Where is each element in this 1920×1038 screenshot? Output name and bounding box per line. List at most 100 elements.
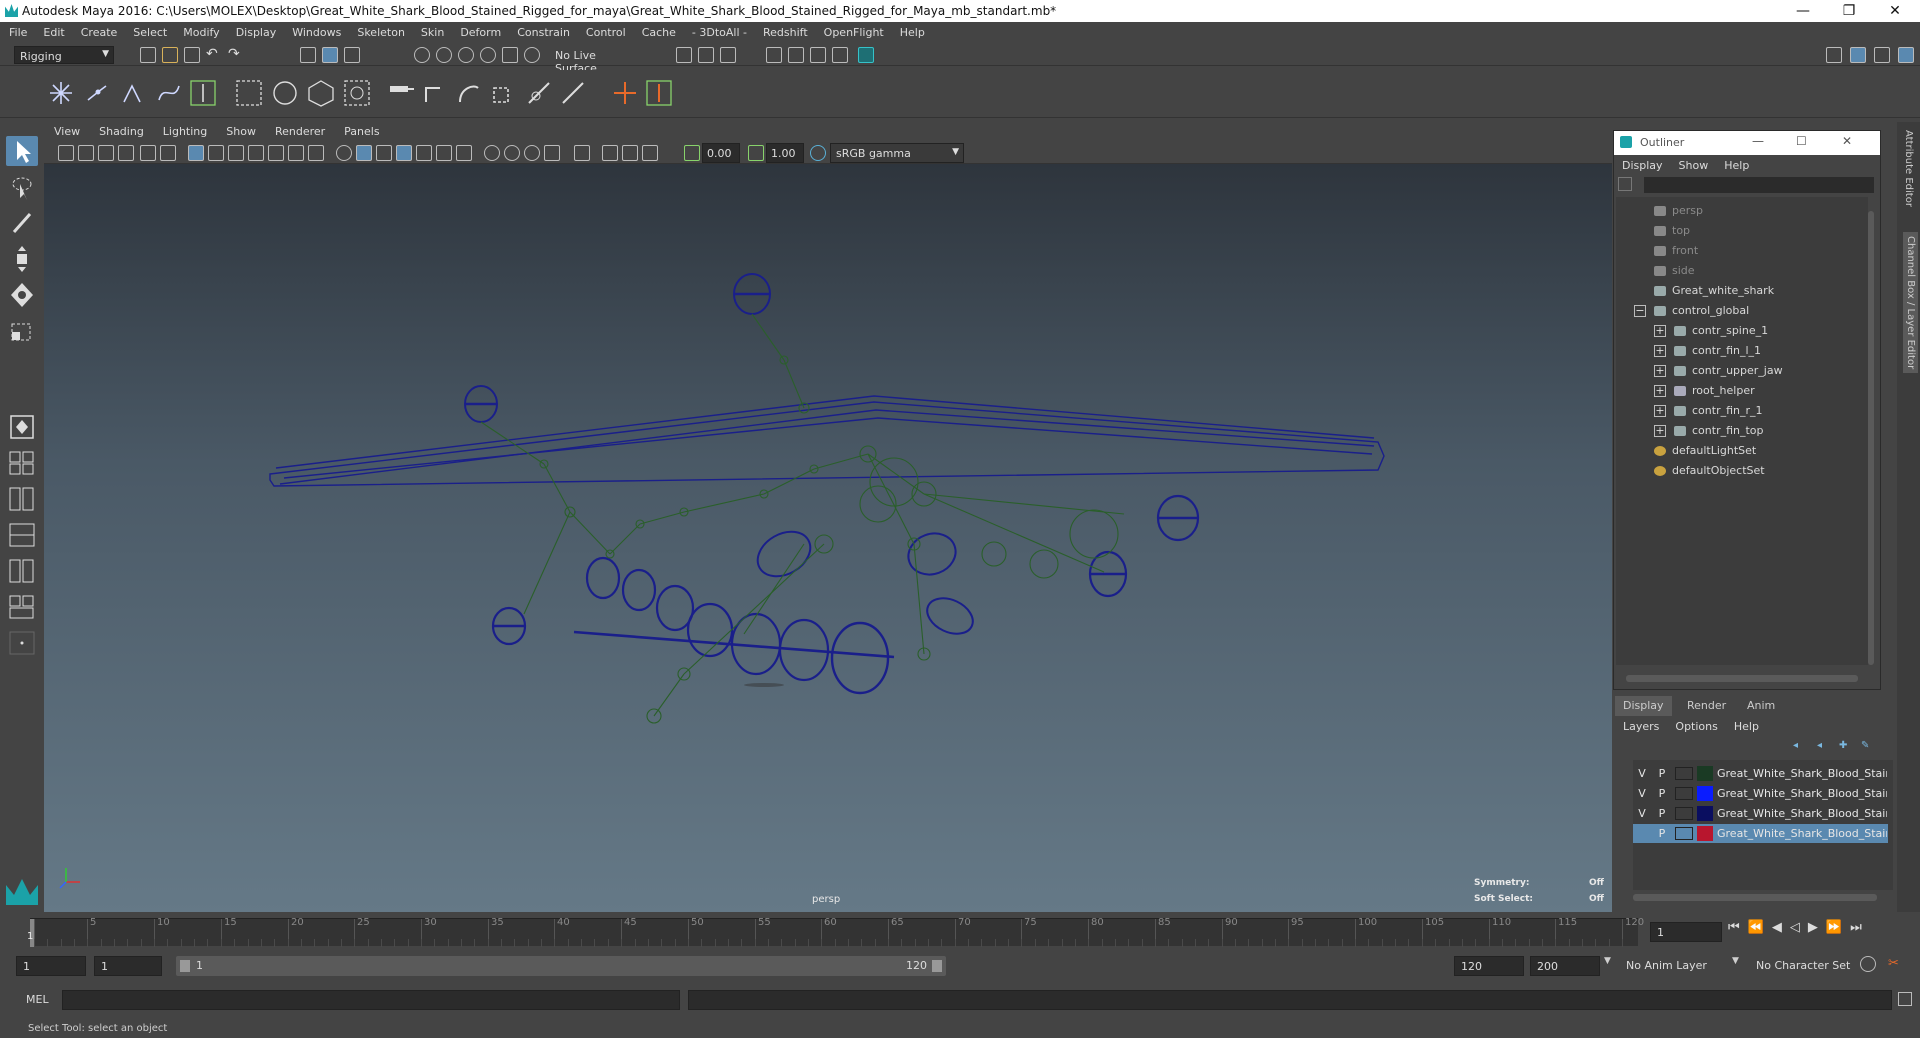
restore-button[interactable]: ❐: [1826, 0, 1872, 22]
expand-icon[interactable]: +: [1654, 425, 1666, 437]
hypershade-layout-icon[interactable]: [6, 592, 38, 622]
heads-up-display-icon[interactable]: [574, 145, 590, 161]
script-editor-icon[interactable]: [1898, 992, 1912, 1006]
close-button[interactable]: ✕: [1872, 0, 1918, 22]
wireframe-icon[interactable]: [336, 145, 352, 161]
use-all-lights-icon[interactable]: [416, 145, 432, 161]
two-d-pan-icon[interactable]: [140, 145, 156, 161]
ambient-occlusion-icon[interactable]: [456, 145, 472, 161]
layer-tab-1[interactable]: Render: [1679, 696, 1734, 716]
anim-layer-dropdown[interactable]: No Anim Layer: [1626, 959, 1707, 972]
outliner-item-defaultobjectset[interactable]: defaultObjectSet: [1614, 461, 1864, 481]
viewport-menu-item-2[interactable]: Lighting: [153, 122, 216, 138]
ipr-render-icon[interactable]: [810, 47, 826, 63]
go-to-end-icon[interactable]: ⏭: [1850, 920, 1870, 935]
joint-tool-icon[interactable]: [46, 78, 76, 108]
skeleton-rig-icon[interactable]: [188, 78, 218, 108]
layer-tab-2[interactable]: Anim: [1739, 696, 1783, 716]
wireframe-on-shaded-icon[interactable]: [376, 145, 392, 161]
outliner-item-contr-fin-r-1[interactable]: + contr_fin_r_1: [1614, 401, 1864, 421]
xray-components-icon[interactable]: [544, 145, 560, 161]
outliner-search-input[interactable]: [1644, 177, 1874, 193]
maya-home-icon[interactable]: [4, 877, 40, 907]
locator-tool-icon[interactable]: [610, 78, 640, 108]
exposure-field[interactable]: 0.00: [702, 143, 740, 163]
snap-curve-icon[interactable]: [436, 47, 452, 63]
select-camera-icon[interactable]: [58, 145, 74, 161]
auto-key-icon[interactable]: [1860, 956, 1876, 972]
viewport-menu-item-4[interactable]: Renderer: [265, 122, 334, 138]
ik-spline-icon[interactable]: [154, 78, 184, 108]
layer-color-swatch[interactable]: [1697, 766, 1713, 781]
new-layer-icon[interactable]: ✚: [1839, 740, 1853, 752]
select-by-component-icon[interactable]: [344, 47, 360, 63]
menu-item-13[interactable]: - 3DtoAll -: [683, 22, 754, 39]
maximize-button[interactable]: ☐: [1796, 134, 1807, 148]
layer-tab-0[interactable]: Display: [1615, 696, 1672, 716]
layer-color-swatch[interactable]: [1697, 826, 1713, 841]
layout-options-icon[interactable]: [6, 628, 38, 658]
shadows-icon[interactable]: [436, 145, 452, 161]
pole-vector-icon[interactable]: [558, 78, 588, 108]
open-scene-icon[interactable]: [162, 47, 178, 63]
menu-item-5[interactable]: Display: [227, 22, 284, 39]
move-layer-up-icon[interactable]: ◂: [1793, 740, 1807, 752]
outliner-item-side[interactable]: side: [1614, 261, 1864, 281]
menu-item-0[interactable]: File: [0, 22, 34, 39]
character-set-dropdown[interactable]: No Character Set: [1756, 959, 1850, 972]
xray-joints-icon[interactable]: [524, 145, 540, 161]
multisample-aa-icon[interactable]: [622, 145, 638, 161]
expand-icon[interactable]: +: [1654, 345, 1666, 357]
layer-color-swatch[interactable]: [1697, 786, 1713, 801]
menu-item-3[interactable]: Select: [124, 22, 174, 39]
gate-mask-icon[interactable]: [248, 145, 264, 161]
outliner-item-front[interactable]: front: [1614, 241, 1864, 261]
undo-icon[interactable]: ↶: [206, 46, 218, 62]
scale-tool-icon[interactable]: [6, 316, 38, 346]
input-ops-icon[interactable]: [676, 47, 692, 63]
paint-select-icon[interactable]: [6, 208, 38, 238]
exposure-icon[interactable]: [684, 145, 700, 161]
parent-constraint-icon[interactable]: [386, 78, 416, 108]
outliner-layout-icon[interactable]: [6, 520, 38, 550]
visibility-toggle[interactable]: V: [1635, 787, 1649, 800]
display-type-toggle[interactable]: [1675, 787, 1693, 800]
isolate-select-icon[interactable]: [484, 145, 500, 161]
motion-blur-icon[interactable]: [602, 145, 618, 161]
step-back-icon[interactable]: ◀: [1772, 920, 1790, 935]
new-layer-from-selection-icon[interactable]: ✎: [1861, 740, 1875, 752]
hypershade-icon[interactable]: [858, 47, 874, 63]
smooth-shade-icon[interactable]: [356, 145, 372, 161]
display-type-toggle[interactable]: [1675, 807, 1693, 820]
resolution-gate-icon[interactable]: [228, 145, 244, 161]
redo-icon[interactable]: ↷: [228, 46, 240, 62]
snap-live-icon[interactable]: [524, 47, 540, 63]
outliner-item-top[interactable]: top: [1614, 221, 1864, 241]
attribute-editor-toggle-icon[interactable]: [1898, 47, 1914, 63]
image-plane-icon[interactable]: [118, 145, 134, 161]
scene-start-field[interactable]: 1: [16, 956, 86, 976]
set-driven-key-icon[interactable]: [644, 78, 674, 108]
move-tool-icon[interactable]: [6, 244, 38, 274]
attribute-editor-tab[interactable]: Attribute Editor: [1903, 130, 1914, 207]
minimize-button[interactable]: —: [1780, 0, 1826, 22]
preferences-icon[interactable]: ✂: [1888, 956, 1904, 972]
menu-item-8[interactable]: Skin: [412, 22, 451, 39]
channel-box-toggle-icon[interactable]: [1850, 47, 1866, 63]
render-settings-icon[interactable]: [832, 47, 848, 63]
close-button[interactable]: ✕: [1842, 134, 1852, 148]
collapse-icon[interactable]: −: [1634, 305, 1646, 317]
menu-item-16[interactable]: Help: [891, 22, 932, 39]
expand-icon[interactable]: +: [1654, 325, 1666, 337]
make-live-icon[interactable]: [502, 47, 518, 63]
snap-view-plane-icon[interactable]: [480, 47, 496, 63]
outliner-scrollbar[interactable]: [1868, 211, 1874, 665]
range-start-handle[interactable]: [180, 960, 190, 972]
color-space-dropdown[interactable]: sRGB gamma ▼: [830, 143, 964, 163]
construction-history-icon[interactable]: [720, 47, 736, 63]
time-slider-track[interactable]: 1 5 10 15 20 25 30 35 40 45 50 55 60 65 70 75 80 85 90 95 1…: [27, 917, 1644, 947]
menu-item-14[interactable]: Redshift: [754, 22, 815, 39]
outliner-item-contr-spine-1[interactable]: + contr_spine_1: [1614, 321, 1864, 341]
playback-toggle[interactable]: P: [1655, 787, 1669, 800]
menuset-dropdown[interactable]: Rigging ▼: [14, 46, 114, 64]
